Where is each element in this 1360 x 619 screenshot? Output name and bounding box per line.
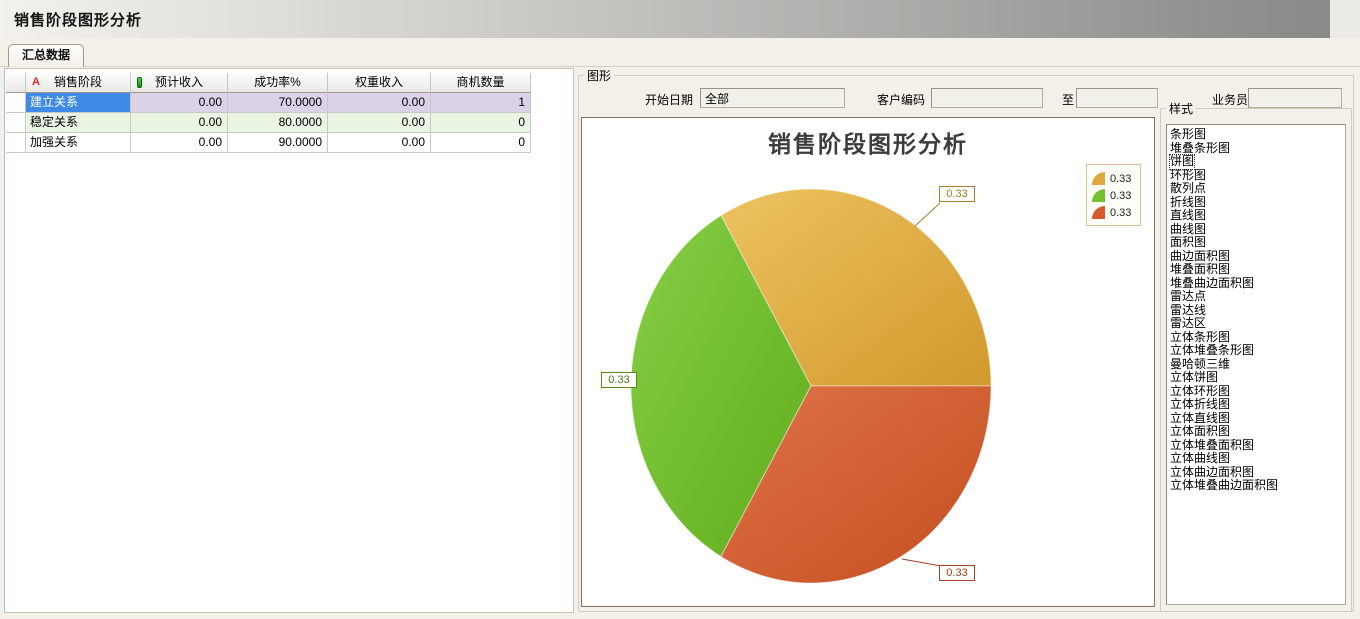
list-item[interactable]: 堆叠条形图 <box>1170 142 1345 156</box>
list-item[interactable]: 立体折线图 <box>1170 398 1345 412</box>
legend-value: 0.33 <box>1110 190 1131 202</box>
list-item[interactable]: 立体堆叠条形图 <box>1170 344 1345 358</box>
list-item[interactable]: 面积图 <box>1170 236 1345 250</box>
slice-value-callout: 0.33 <box>939 565 975 581</box>
list-item[interactable]: 雷达区 <box>1170 317 1345 331</box>
list-item[interactable]: 曼哈顿三维 <box>1170 358 1345 372</box>
list-item[interactable]: 立体堆叠曲边面积图 <box>1170 479 1345 493</box>
slice-value-callout: 0.33 <box>939 186 975 202</box>
header-indicator-column[interactable] <box>6 73 26 93</box>
callout-line-yellow <box>915 203 940 226</box>
list-item[interactable]: 曲边面积图 <box>1170 250 1345 264</box>
weighted-cell[interactable]: 0.00 <box>328 113 431 133</box>
expected-cell[interactable]: 0.00 <box>131 113 228 133</box>
legend-entry: 0.33 <box>1092 204 1136 221</box>
list-item[interactable]: 立体堆叠面积图 <box>1170 439 1345 453</box>
weighted-cell[interactable]: 0.00 <box>328 93 431 113</box>
rate-cell[interactable]: 80.0000 <box>228 113 328 133</box>
customer-code-label: 客户编码 <box>877 91 925 108</box>
legend-value: 0.33 <box>1110 207 1131 219</box>
list-item[interactable]: 立体直线图 <box>1170 412 1345 426</box>
legend-entry: 0.33 <box>1092 187 1136 204</box>
list-item[interactable]: 立体曲线图 <box>1170 452 1345 466</box>
summary-grid-panel: A 销售阶段 预计收入 成功率% 权重收入 商机数量 建立关系 0.00 70.… <box>4 68 574 613</box>
list-item[interactable]: 立体条形图 <box>1170 331 1345 345</box>
list-item-focused[interactable]: 饼图 <box>1170 155 1345 169</box>
list-item[interactable]: 堆叠曲边面积图 <box>1170 277 1345 291</box>
start-date-label: 开始日期 <box>645 91 693 108</box>
expected-cell[interactable]: 0.00 <box>131 133 228 153</box>
salesman-input[interactable] <box>1248 88 1342 108</box>
header-weighted[interactable]: 权重收入 <box>328 73 431 93</box>
start-date-input[interactable] <box>700 88 845 108</box>
legend-entry: 0.33 <box>1092 170 1136 187</box>
tab-summary-data[interactable]: 汇总数据 <box>8 44 84 67</box>
rate-cell[interactable]: 70.0000 <box>228 93 328 113</box>
legend-swatch-yellow <box>1092 172 1105 185</box>
slice-value-callout: 0.33 <box>601 372 637 388</box>
legend-swatch-green <box>1092 189 1105 202</box>
header-stage-label: 销售阶段 <box>54 75 102 89</box>
header-count-label: 商机数量 <box>456 75 504 89</box>
row-indicator-cell[interactable] <box>6 93 26 113</box>
expected-cell[interactable]: 0.00 <box>131 93 228 113</box>
graph-group-label: 图形 <box>584 67 614 84</box>
sales-stage-table: A 销售阶段 预计收入 成功率% 权重收入 商机数量 建立关系 0.00 70.… <box>6 73 531 153</box>
legend-swatch-red <box>1092 206 1105 219</box>
pie-chart <box>582 118 1156 608</box>
chart-legend: 0.33 0.33 0.33 <box>1086 164 1141 226</box>
stage-cell[interactable]: 稳定关系 <box>26 113 131 133</box>
list-item[interactable]: 立体曲边面积图 <box>1170 466 1345 480</box>
list-item[interactable]: 雷达线 <box>1170 304 1345 318</box>
tabstrip-divider <box>0 66 1360 67</box>
header-count[interactable]: 商机数量 <box>431 73 531 93</box>
rate-cell[interactable]: 90.0000 <box>228 133 328 153</box>
list-item[interactable]: 立体饼图 <box>1170 371 1345 385</box>
customer-code-from-input[interactable] <box>931 88 1043 108</box>
list-item[interactable]: 直线图 <box>1170 209 1345 223</box>
list-item[interactable]: 曲线图 <box>1170 223 1345 237</box>
callout-line-red <box>902 559 941 566</box>
list-item[interactable]: 立体环形图 <box>1170 385 1345 399</box>
table-row[interactable]: 建立关系 0.00 70.0000 0.00 1 <box>6 93 531 113</box>
window-titlebar <box>0 0 1360 38</box>
header-rate[interactable]: 成功率% <box>228 73 328 93</box>
row-indicator-cell[interactable] <box>6 113 26 133</box>
list-item[interactable]: 环形图 <box>1170 169 1345 183</box>
list-item[interactable]: 立体面积图 <box>1170 425 1345 439</box>
list-item[interactable]: 条形图 <box>1170 128 1345 142</box>
to-label: 至 <box>1062 91 1074 108</box>
sort-a-icon: A <box>32 76 40 89</box>
header-expected-label: 预计收入 <box>155 75 203 89</box>
list-item[interactable]: 散列点 <box>1170 182 1345 196</box>
weighted-cell[interactable]: 0.00 <box>328 133 431 153</box>
stage-cell-selected[interactable]: 建立关系 <box>26 93 131 113</box>
green-bar-icon <box>137 77 142 88</box>
customer-code-to-input[interactable] <box>1076 88 1158 108</box>
header-stage[interactable]: A 销售阶段 <box>26 73 131 93</box>
salesman-label: 业务员 <box>1212 91 1248 108</box>
chart-area: 销售阶段图形分析 0.33 0.33 0.33 0.33 0.33 0.33 <box>581 117 1155 607</box>
table-row[interactable]: 加强关系 0.00 90.0000 0.00 0 <box>6 133 531 153</box>
header-rate-label: 成功率% <box>254 75 301 89</box>
table-header-row: A 销售阶段 预计收入 成功率% 权重收入 商机数量 <box>6 73 531 93</box>
count-cell[interactable]: 1 <box>431 93 531 113</box>
chart-style-listbox[interactable]: 条形图 堆叠条形图 饼图 环形图 散列点 折线图 直线图 曲线图 面积图 曲边面… <box>1166 124 1346 605</box>
count-cell[interactable]: 0 <box>431 133 531 153</box>
row-indicator-cell[interactable] <box>6 133 26 153</box>
chart-title: 销售阶段图形分析 <box>582 125 1154 159</box>
count-cell[interactable]: 0 <box>431 113 531 133</box>
table-row[interactable]: 稳定关系 0.00 80.0000 0.00 0 <box>6 113 531 133</box>
page-title: 销售阶段图形分析 <box>14 9 142 30</box>
list-item[interactable]: 堆叠面积图 <box>1170 263 1345 277</box>
header-weighted-label: 权重收入 <box>355 75 403 89</box>
legend-value: 0.33 <box>1110 173 1131 185</box>
list-item[interactable]: 折线图 <box>1170 196 1345 210</box>
list-item[interactable]: 雷达点 <box>1170 290 1345 304</box>
style-group-label: 样式 <box>1166 100 1196 117</box>
header-expected[interactable]: 预计收入 <box>131 73 228 93</box>
titlebar-right-cap <box>1330 0 1360 38</box>
stage-cell[interactable]: 加强关系 <box>26 133 131 153</box>
